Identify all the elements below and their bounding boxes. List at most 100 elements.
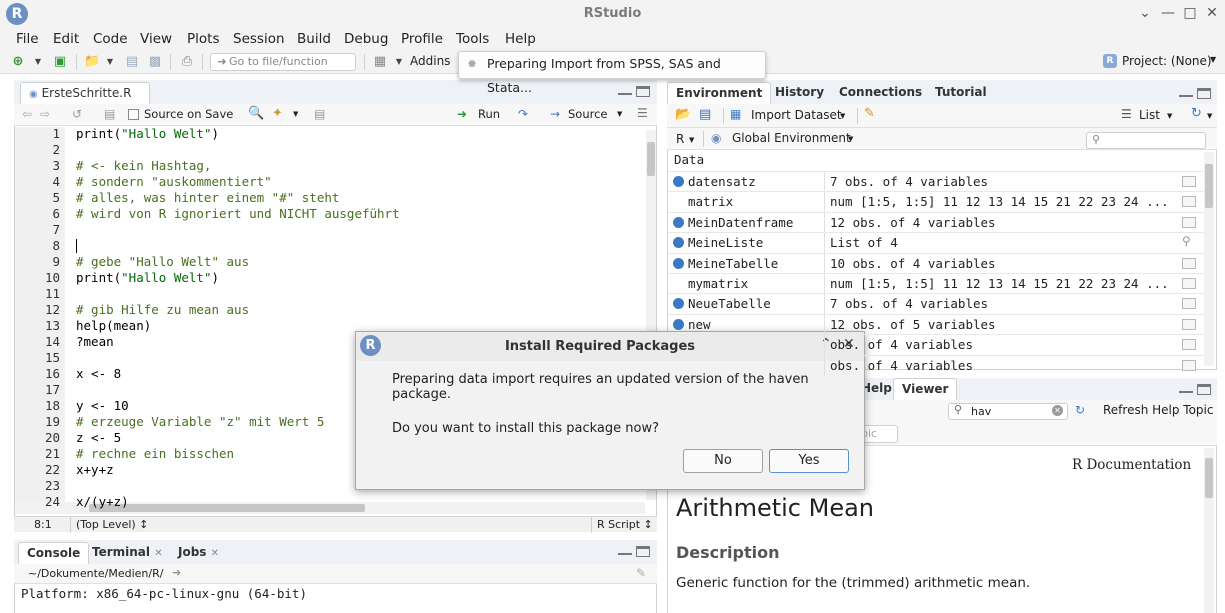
code-line[interactable]: # sondern "auskommentiert" <box>76 174 272 189</box>
view-table-icon[interactable] <box>1182 257 1196 269</box>
search-icon[interactable]: 🔍 <box>248 106 264 121</box>
view-table-icon[interactable] <box>1182 216 1196 228</box>
code-line[interactable]: x <- 8 <box>76 366 121 381</box>
menu-code[interactable]: Code <box>93 31 128 47</box>
run-button[interactable]: Run <box>478 107 500 121</box>
menu-profile[interactable]: Profile <box>401 31 443 47</box>
code-line[interactable]: # gebe "Hallo Welt" aus <box>76 254 249 269</box>
chevron-down-icon[interactable]: ▼ <box>1207 112 1212 120</box>
environment-row[interactable]: MeinDatenframe 12 obs. of 4 variables <box>668 211 1204 233</box>
menu-tools[interactable]: Tools <box>456 31 489 47</box>
code-line[interactable]: x+y+z <box>76 462 114 477</box>
inspect-search-icon[interactable]: ⚲ <box>1182 234 1196 248</box>
code-line[interactable]: # erzeuge Variable "z" mit Wert 5 <box>76 414 324 429</box>
clear-console-icon[interactable]: ✎ <box>636 566 646 580</box>
new-project-icon[interactable]: ▣ <box>52 54 68 70</box>
view-table-icon[interactable] <box>1182 318 1196 330</box>
yes-button[interactable]: Yes <box>769 449 849 473</box>
refresh-help-button[interactable]: Refresh Help Topic <box>1103 403 1213 417</box>
maximize-icon[interactable]: □ <box>1181 4 1199 22</box>
help-scrollbar[interactable] <box>1204 448 1214 613</box>
code-line[interactable]: print("Hallo Welt") <box>76 126 219 141</box>
chevron-down-icon[interactable]: ▼ <box>1167 112 1172 120</box>
view-mode-selector[interactable]: List <box>1139 108 1160 122</box>
tab-tutorial[interactable]: Tutorial <box>927 82 995 104</box>
expand-icon[interactable] <box>673 298 684 310</box>
menu-debug[interactable]: Debug <box>344 31 388 47</box>
code-line[interactable]: x/(y+z) <box>76 494 129 509</box>
tab-environment[interactable]: Environment <box>667 82 772 104</box>
minimize-pane-icon[interactable] <box>618 85 632 95</box>
chevron-down-icon[interactable]: ▼ <box>689 136 694 144</box>
minimize-icon[interactable]: ⌄ <box>1136 4 1154 22</box>
chevron-down-icon[interactable]: ▼ <box>840 112 845 120</box>
save-icon[interactable]: ▤ <box>104 107 115 121</box>
maximize-pane-icon[interactable] <box>636 86 650 97</box>
rerun-icon[interactable]: ↷ <box>518 107 528 121</box>
view-table-icon[interactable] <box>1182 298 1196 310</box>
environment-row[interactable]: MeineListe List of 4 ⚲ <box>668 232 1204 254</box>
view-table-icon[interactable] <box>1182 339 1196 351</box>
minimize-pane-icon[interactable] <box>618 545 632 555</box>
forward-arrow-icon[interactable]: ⇨ <box>40 107 50 121</box>
menu-edit[interactable]: Edit <box>53 31 79 47</box>
environment-search-input[interactable]: ⚲ <box>1086 132 1206 149</box>
environment-row[interactable]: matrix num [1:5, 1:5] 11 12 13 14 15 21 2… <box>668 191 1204 213</box>
print-icon[interactable]: ⎙ <box>179 54 195 70</box>
back-arrow-icon[interactable]: ⇦ <box>22 107 32 121</box>
code-line[interactable]: # alles, was hinter einem "#" steht <box>76 190 339 205</box>
scroll-thumb[interactable] <box>1205 164 1213 208</box>
maximize-pane-icon[interactable] <box>1197 88 1211 99</box>
view-table-icon[interactable] <box>1182 196 1196 208</box>
chevron-down-icon[interactable]: ▼ <box>391 54 407 70</box>
compile-report-icon[interactable]: ▤ <box>314 107 325 121</box>
scope-selector[interactable]: (Top Level) ↕ <box>76 518 148 531</box>
environment-row[interactable]: datensatz 7 obs. of 4 variables <box>668 171 1204 192</box>
expand-icon[interactable] <box>673 216 684 228</box>
tab-viewer[interactable]: Viewer <box>893 378 958 400</box>
filetype-selector[interactable]: R Script ↕ <box>597 518 653 531</box>
code-line[interactable]: ?mean <box>76 334 114 349</box>
chevron-down-icon[interactable]: ▼ <box>1210 55 1216 64</box>
load-workspace-icon[interactable]: 📂 <box>675 107 691 122</box>
maximize-pane-icon[interactable] <box>1197 384 1211 395</box>
goto-file-input[interactable]: Go to file/function <box>210 53 356 71</box>
save-workspace-icon[interactable]: ▤ <box>699 107 711 122</box>
tab-history[interactable]: History <box>767 82 832 104</box>
code-line[interactable]: y <- 10 <box>76 398 129 413</box>
source-on-save-checkbox[interactable] <box>128 109 139 120</box>
tab-erste-schritte[interactable]: ◉ ErsteSchritte.R ✕ <box>20 82 150 122</box>
minimize-pane-icon[interactable] <box>1179 87 1193 97</box>
clear-search-icon[interactable]: ✕ <box>1052 405 1063 416</box>
expand-icon[interactable] <box>673 257 684 269</box>
open-folder-icon[interactable]: 📁 <box>84 54 100 70</box>
view-table-icon[interactable] <box>1182 278 1196 289</box>
code-line[interactable]: print("Hallo Welt") <box>76 270 219 285</box>
show-in-window-icon[interactable]: ↺ <box>72 107 82 121</box>
view-table-icon[interactable] <box>1182 176 1196 187</box>
chevron-down-icon[interactable]: ▼ <box>848 135 853 143</box>
minimize-pane-icon[interactable] <box>1179 383 1193 393</box>
code-line[interactable]: # <- kein Hashtag, <box>76 158 211 173</box>
project-menu[interactable]: Project: (None) <box>1122 54 1212 68</box>
scroll-thumb[interactable] <box>647 142 655 176</box>
menu-view[interactable]: View <box>140 31 172 47</box>
menu-help[interactable]: Help <box>505 31 536 47</box>
import-dataset-button[interactable]: Import Dataset <box>751 108 842 122</box>
magic-wand-icon[interactable]: ✦ <box>272 106 283 121</box>
expand-icon[interactable] <box>673 237 684 249</box>
close-tab-icon[interactable]: ✕ <box>211 548 219 559</box>
tab-jobs[interactable]: Jobs ✕ <box>170 542 227 564</box>
code-line[interactable]: # rechne ein bisschen <box>76 446 234 461</box>
close-tab-icon[interactable]: ✕ <box>154 548 162 559</box>
chevron-down-icon[interactable]: ▼ <box>102 54 118 70</box>
new-file-icon[interactable]: ⊕ <box>10 54 26 70</box>
menu-plots[interactable]: Plots <box>187 31 219 47</box>
environment-scrollbar[interactable] <box>1204 152 1214 366</box>
save-icon[interactable]: ▤ <box>124 54 140 70</box>
save-all-icon[interactable]: ▩ <box>147 54 163 70</box>
scope-selector[interactable]: Global Environment <box>732 131 851 145</box>
environment-row[interactable]: new 12 obs. of 5 variables <box>668 313 1204 335</box>
chevron-down-icon[interactable]: ▼ <box>30 54 46 70</box>
addins-menu[interactable]: Addins <box>410 54 450 68</box>
